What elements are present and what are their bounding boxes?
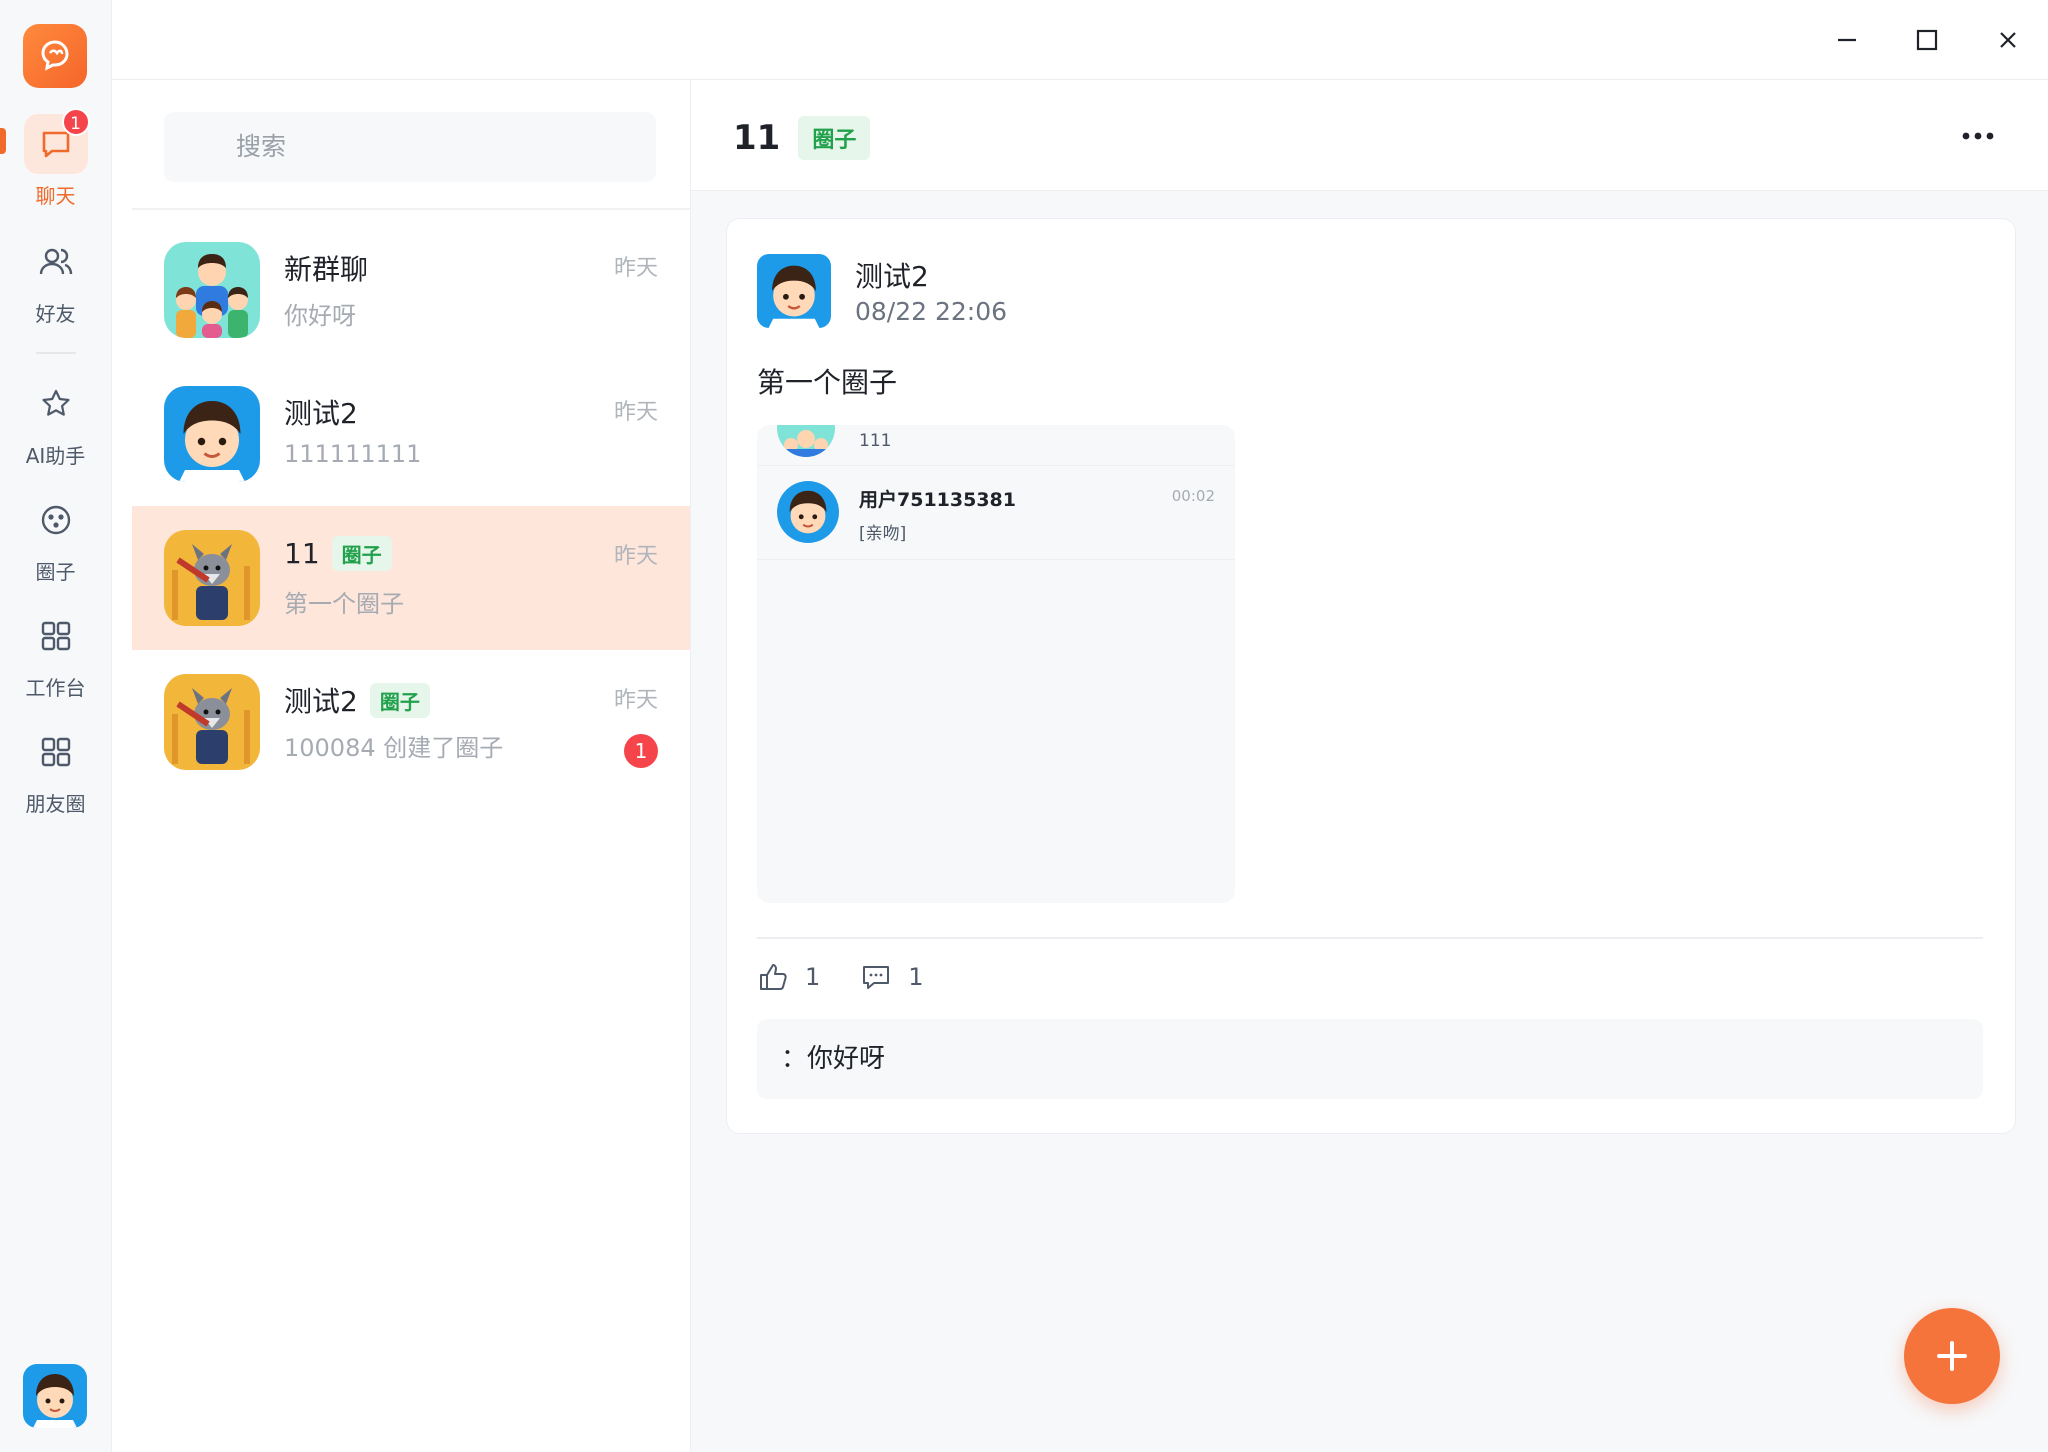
wolf-avatar-icon <box>164 530 260 626</box>
conversation-avatar <box>164 386 260 482</box>
window-title-bar <box>112 0 2048 80</box>
comment-preview: ：你好呀 <box>757 1019 1983 1099</box>
conversation-item[interactable]: 新群聊 你好呀 昨天 <box>132 218 690 362</box>
boy-avatar-icon <box>164 386 260 482</box>
rail-item-chat[interactable]: 1 聊天 <box>0 108 111 209</box>
users-icon <box>39 248 72 275</box>
post-author-avatar[interactable] <box>757 254 831 328</box>
rail-item-label: 工作台 <box>25 676 86 700</box>
like-button[interactable]: 1 <box>757 961 820 993</box>
conversation-preview: 100084 创建了圈子 <box>284 734 504 762</box>
embed-avatar <box>777 425 835 457</box>
embed-row-text: 111 <box>859 431 892 451</box>
rail-item-friends[interactable]: 好友 <box>0 232 111 327</box>
conversation-item[interactable]: 测试2 111111111 昨天 <box>132 362 690 506</box>
conversation-name: 测试2 <box>284 397 358 430</box>
create-post-button[interactable] <box>1904 1308 2000 1404</box>
conversation-time: 昨天 <box>613 400 658 425</box>
app-logo <box>23 24 87 88</box>
embed-time: 00:02 <box>1171 487 1215 505</box>
post-time: 08/22 22:06 <box>855 297 1008 326</box>
post-text: 第一个圈子 <box>757 366 898 399</box>
my-avatar[interactable] <box>23 1364 87 1428</box>
maximize-button[interactable] <box>1907 20 1947 60</box>
embed-user-name: 用户751135381 <box>859 489 1016 511</box>
rail-item-label: 圈子 <box>35 560 76 584</box>
conversation-avatar <box>164 530 260 626</box>
rail-item-label: 聊天 <box>35 184 76 208</box>
circle-tag: 圈子 <box>331 536 392 571</box>
maximize-icon <box>1916 29 1938 51</box>
embed-row: 用户751135381 [亲吻] 00:02 <box>757 465 1235 560</box>
detail-header: 11 圈子 <box>691 80 2048 191</box>
chat-unread-badge: 1 <box>61 108 90 136</box>
boy-avatar-icon <box>23 1364 87 1428</box>
rail-item-workbench[interactable]: 工作台 <box>0 606 111 701</box>
rail-item-label: AI助手 <box>25 444 86 468</box>
rail-item-label: 好友 <box>35 302 76 326</box>
grid-icon <box>41 737 70 767</box>
circle-group-icon <box>41 505 70 535</box>
conversation-preview: 111111111 <box>284 440 422 468</box>
conversation-list-panel: 搜索 新群聊 你好呀 昨天 测试2 111111111 昨天 11 圈子 第一个… <box>112 80 691 1452</box>
comment-button[interactable]: 1 <box>860 961 924 993</box>
minimize-button[interactable] <box>1827 20 1867 60</box>
boy-avatar-icon <box>777 481 839 543</box>
conversation-preview: 第一个圈子 <box>284 590 404 618</box>
more-dots-icon <box>1962 132 1994 140</box>
card-divider <box>757 937 1983 939</box>
embed-avatar <box>777 481 839 543</box>
conversation-avatar <box>164 242 260 338</box>
conversation-name: 11 圈子 <box>284 536 392 571</box>
rail-divider <box>36 352 76 354</box>
star-icon <box>41 389 70 416</box>
conversation-item-selected[interactable]: 11 圈子 第一个圈子 昨天 <box>132 506 690 650</box>
conversation-preview: 你好呀 <box>284 302 356 330</box>
more-options-button[interactable] <box>1958 116 1998 156</box>
conversation-avatar <box>164 674 260 770</box>
rail-item-ai-assistant[interactable]: AI助手 <box>0 374 111 469</box>
circle-tag: 圈子 <box>798 116 871 160</box>
close-button[interactable] <box>1988 20 2028 60</box>
boy-avatar-icon <box>757 254 831 328</box>
search-input[interactable]: 搜索 <box>164 112 656 182</box>
comment-icon <box>863 966 890 989</box>
detail-title: 11 圈子 <box>733 116 871 160</box>
unread-badge: 1 <box>624 734 658 768</box>
family-avatar-icon <box>777 425 835 457</box>
left-rail: 1 聊天 好友 AI助手 圈子 工作台 朋友圈 <box>0 0 112 1452</box>
conversation-item[interactable]: 测试2 圈子 100084 创建了圈子 昨天 1 <box>132 650 690 794</box>
conversation-name: 测试2 圈子 <box>284 680 430 720</box>
rail-item-moments[interactable]: 朋友圈 <box>0 722 111 817</box>
conversation-time: 昨天 <box>613 688 658 713</box>
list-divider <box>132 208 690 210</box>
conversation-time: 昨天 <box>613 256 658 281</box>
post-actions: 1 1 <box>757 961 954 993</box>
rail-item-label: 朋友圈 <box>25 792 86 816</box>
embed-user-message: [亲吻] <box>859 524 907 544</box>
circle-post-card: 测试2 08/22 22:06 第一个圈子 111 用户751135381 [亲… <box>726 218 2016 1134</box>
grid-icon <box>41 621 70 651</box>
wolf-avatar-icon <box>164 674 260 770</box>
app-logo-icon <box>41 40 69 71</box>
conversation-name: 新群聊 <box>284 253 369 286</box>
post-embedded-chat[interactable]: 111 用户751135381 [亲吻] 00:02 <box>757 425 1235 903</box>
minimize-icon <box>1838 38 1856 42</box>
rail-item-circle[interactable]: 圈子 <box>0 490 111 585</box>
close-icon <box>2000 32 2016 48</box>
embed-row: 111 <box>757 425 1235 466</box>
post-author-name: 测试2 <box>855 260 929 293</box>
family-avatar-icon <box>164 242 260 338</box>
plus-icon <box>1937 1341 1967 1371</box>
conversation-time: 昨天 <box>613 544 658 569</box>
comment-count: 1 <box>908 963 924 991</box>
like-count: 1 <box>805 963 821 991</box>
thumbs-up-icon <box>760 964 787 990</box>
circle-tag: 圈子 <box>369 682 430 718</box>
